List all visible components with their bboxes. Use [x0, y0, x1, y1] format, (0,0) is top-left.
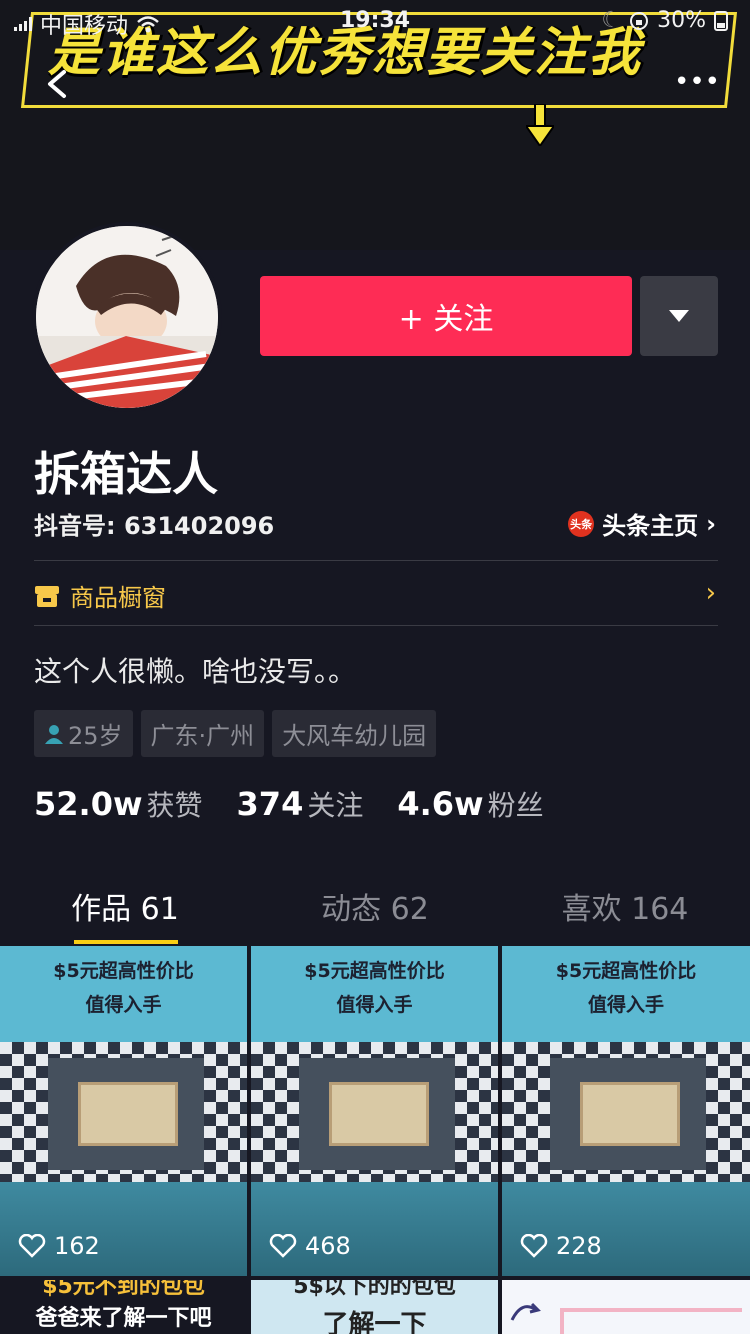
- fans-stat[interactable]: 4.6w 粉丝: [397, 784, 543, 824]
- product-image: [78, 1082, 178, 1146]
- battery-icon: [714, 10, 728, 31]
- tab-moments[interactable]: 动态 62: [250, 884, 500, 928]
- profile-tags: 25岁 广东·广州 大风车幼儿园: [34, 710, 437, 757]
- shop-label: 商品橱窗: [70, 584, 166, 612]
- doodle-icon: [510, 1302, 742, 1334]
- video-likes: 228: [520, 1232, 602, 1260]
- age-tag: 25岁: [34, 710, 133, 757]
- avatar[interactable]: [32, 222, 222, 412]
- heart-icon: [18, 1234, 46, 1258]
- chevron-right-icon[interactable]: ›: [706, 578, 716, 608]
- moon-icon: ☾: [601, 8, 622, 33]
- douyin-id: 抖音号: 631402096: [34, 512, 275, 540]
- video-thumbnail[interactable]: $5元超高性价比 值得入手 468: [251, 946, 498, 1276]
- profile-name: 拆箱达人: [34, 447, 218, 501]
- video-likes: 468: [269, 1232, 351, 1260]
- video-thumbnail[interactable]: 5$以下的的包包 了解一下: [251, 1280, 498, 1334]
- shop-icon: [35, 585, 59, 607]
- content-tabs: 作品 61 动态 62 喜欢 164: [0, 884, 750, 944]
- follow-button[interactable]: + 关注: [260, 276, 632, 356]
- video-thumbnail[interactable]: $5元超高性价比 值得入手 228: [502, 946, 750, 1276]
- chevron-right-icon: ›: [706, 509, 716, 538]
- profile-bio: 这个人很懒。啥也没写。。: [34, 655, 357, 688]
- toutiao-homepage-link[interactable]: 头条 头条主页 ›: [568, 506, 716, 541]
- back-icon[interactable]: [38, 64, 78, 104]
- person-icon: [45, 724, 63, 744]
- heart-icon: [520, 1234, 548, 1258]
- product-image: [580, 1082, 680, 1146]
- following-stat[interactable]: 374 关注: [237, 784, 364, 824]
- more-options-button[interactable]: [640, 276, 718, 356]
- video-thumbnail[interactable]: [502, 1280, 750, 1334]
- profile-stats: 52.0w 获赞 374 关注 4.6w 粉丝: [34, 784, 544, 824]
- shop-window-link[interactable]: 商品橱窗: [34, 578, 166, 613]
- follow-label: + 关注: [398, 302, 494, 337]
- school-tag: 大风车幼儿园: [272, 710, 437, 757]
- likes-stat[interactable]: 52.0w 获赞: [34, 784, 203, 824]
- more-icon[interactable]: •••: [674, 69, 720, 95]
- video-thumbnail[interactable]: $5元超高性价比 值得入手 162: [0, 946, 247, 1276]
- tab-indicator: [74, 940, 178, 944]
- video-thumbnail[interactable]: $5元不到的包包 爸爸来了解一下吧: [0, 1280, 247, 1334]
- location-tag: 广东·广州: [140, 710, 265, 757]
- heart-icon: [269, 1234, 297, 1258]
- tab-likes[interactable]: 喜欢 164: [500, 884, 750, 928]
- video-grid: $5元超高性价比 值得入手 162 $5元超高性价比 值得入手 468 $5元超…: [0, 946, 750, 1334]
- divider: [34, 625, 718, 626]
- arrow-down-icon: [526, 104, 554, 146]
- status-bar: 中国移动 19:34 ☾ 30%: [0, 0, 750, 40]
- toutiao-icon: 头条: [568, 510, 595, 537]
- lock-icon: [630, 11, 649, 30]
- divider: [34, 560, 718, 561]
- product-image: [329, 1082, 429, 1146]
- video-likes: 162: [18, 1232, 100, 1260]
- toutiao-label: 头条主页: [602, 512, 699, 540]
- dropdown-icon: [669, 310, 689, 322]
- tab-works[interactable]: 作品 61: [0, 884, 250, 928]
- battery-percent: 30%: [657, 8, 706, 33]
